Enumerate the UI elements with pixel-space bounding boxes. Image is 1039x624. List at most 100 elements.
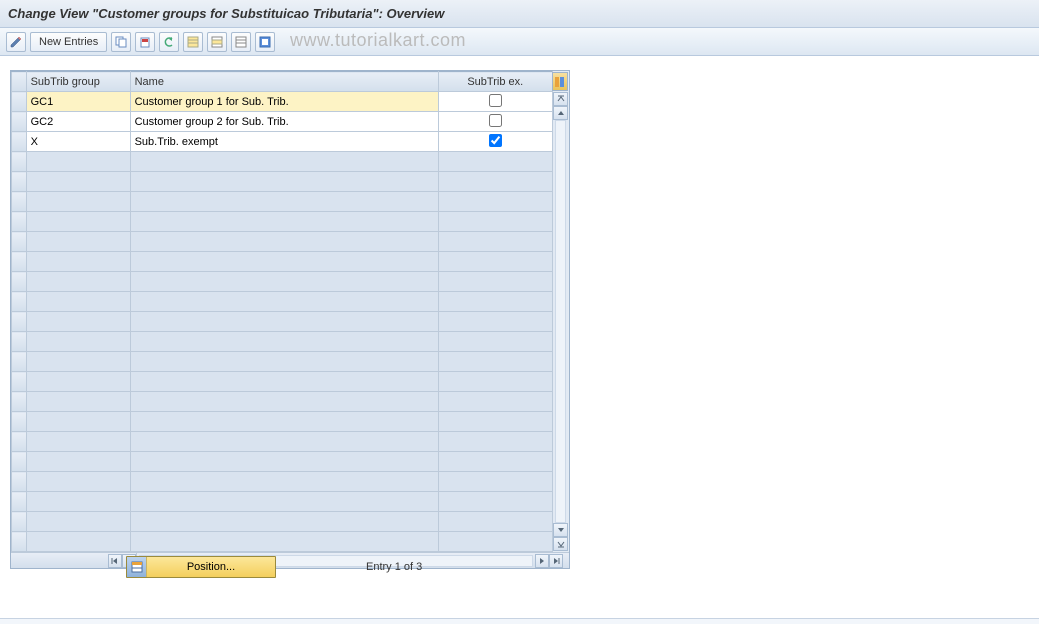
scroll-top-button[interactable] [553, 92, 568, 106]
row-selector[interactable] [12, 412, 27, 432]
table-config-button[interactable] [552, 72, 568, 91]
table-row [12, 512, 553, 532]
cell-name [130, 172, 438, 192]
row-selector[interactable] [12, 292, 27, 312]
row-selector[interactable] [12, 452, 27, 472]
cell-name [130, 212, 438, 232]
cell-group[interactable] [26, 132, 130, 152]
vscroll-track[interactable] [555, 120, 566, 523]
cell-ex [438, 272, 552, 292]
cell-name [130, 272, 438, 292]
cell-group [26, 212, 130, 232]
table-row [12, 92, 553, 112]
name-input[interactable] [131, 92, 438, 111]
cell-name[interactable] [130, 112, 438, 132]
scroll-down-button[interactable] [553, 523, 568, 537]
row-selector[interactable] [12, 252, 27, 272]
cell-name [130, 392, 438, 412]
row-selector[interactable] [12, 352, 27, 372]
cell-ex [438, 512, 552, 532]
row-selector[interactable] [12, 432, 27, 452]
col-header-group[interactable]: SubTrib group [26, 72, 130, 92]
pencil-icon [10, 36, 22, 48]
group-input[interactable] [27, 92, 130, 111]
vertical-scrollbar[interactable] [552, 92, 568, 551]
cell-ex[interactable] [438, 112, 552, 132]
row-selector[interactable] [12, 312, 27, 332]
row-selector[interactable] [12, 472, 27, 492]
cell-group [26, 292, 130, 312]
table-container: SubTrib group Name SubTrib ex. [10, 70, 570, 569]
row-selector[interactable] [12, 212, 27, 232]
table-row [12, 312, 553, 332]
new-entries-button[interactable]: New Entries [30, 32, 107, 52]
cell-ex[interactable] [438, 132, 552, 152]
cell-ex [438, 412, 552, 432]
row-selector[interactable] [12, 332, 27, 352]
cell-group [26, 252, 130, 272]
row-selector[interactable] [12, 132, 27, 152]
cell-ex [438, 212, 552, 232]
row-selector[interactable] [12, 172, 27, 192]
cell-group [26, 372, 130, 392]
col-header-ex[interactable]: SubTrib ex. [438, 72, 552, 92]
cell-group [26, 452, 130, 472]
cell-name [130, 372, 438, 392]
cell-ex[interactable] [438, 92, 552, 112]
col-header-name[interactable]: Name [130, 72, 438, 92]
ex-checkbox[interactable] [489, 114, 502, 127]
row-selector[interactable] [12, 152, 27, 172]
select-all-button[interactable] [183, 32, 203, 52]
cell-name[interactable] [130, 132, 438, 152]
select-block-icon [211, 36, 223, 48]
cell-group [26, 312, 130, 332]
ex-checkbox[interactable] [489, 94, 502, 107]
copy-as-button[interactable] [111, 32, 131, 52]
row-selector[interactable] [12, 492, 27, 512]
cell-ex [438, 152, 552, 172]
table-row [12, 232, 553, 252]
position-button[interactable]: Position... [126, 556, 276, 578]
ex-checkbox[interactable] [489, 134, 502, 147]
configuration-button[interactable] [255, 32, 275, 52]
row-selector[interactable] [12, 92, 27, 112]
row-selector[interactable] [12, 232, 27, 252]
cell-group [26, 532, 130, 552]
position-label: Position... [147, 561, 275, 573]
work-area: SubTrib group Name SubTrib ex. [0, 56, 1039, 569]
cell-group [26, 332, 130, 352]
undo-button[interactable] [159, 32, 179, 52]
row-selector[interactable] [12, 532, 27, 552]
name-input[interactable] [131, 112, 438, 131]
row-selector[interactable] [12, 192, 27, 212]
data-table: SubTrib group Name SubTrib ex. [11, 71, 553, 552]
table-row [12, 272, 553, 292]
cell-group[interactable] [26, 92, 130, 112]
select-block-button[interactable] [207, 32, 227, 52]
cell-ex [438, 372, 552, 392]
cell-ex [438, 332, 552, 352]
delete-button[interactable] [135, 32, 155, 52]
row-selector[interactable] [12, 112, 27, 132]
scroll-bottom-icon [557, 540, 565, 548]
copy-icon [115, 36, 127, 48]
toggle-display-change-button[interactable] [6, 32, 26, 52]
row-selector[interactable] [12, 372, 27, 392]
group-input[interactable] [27, 112, 130, 131]
table-row [12, 212, 553, 232]
row-selector[interactable] [12, 392, 27, 412]
select-all-header[interactable] [12, 72, 27, 92]
name-input[interactable] [131, 132, 438, 151]
page-title: Change View "Customer groups for Substit… [8, 6, 444, 21]
scroll-bottom-button[interactable] [553, 537, 568, 551]
row-selector[interactable] [12, 512, 27, 532]
cell-name[interactable] [130, 92, 438, 112]
row-selector[interactable] [12, 272, 27, 292]
cell-group [26, 432, 130, 452]
cell-group [26, 352, 130, 372]
cell-group[interactable] [26, 112, 130, 132]
scroll-up-button[interactable] [553, 106, 568, 120]
group-input[interactable] [27, 132, 130, 151]
deselect-all-button[interactable] [231, 32, 251, 52]
table-row [12, 332, 553, 352]
